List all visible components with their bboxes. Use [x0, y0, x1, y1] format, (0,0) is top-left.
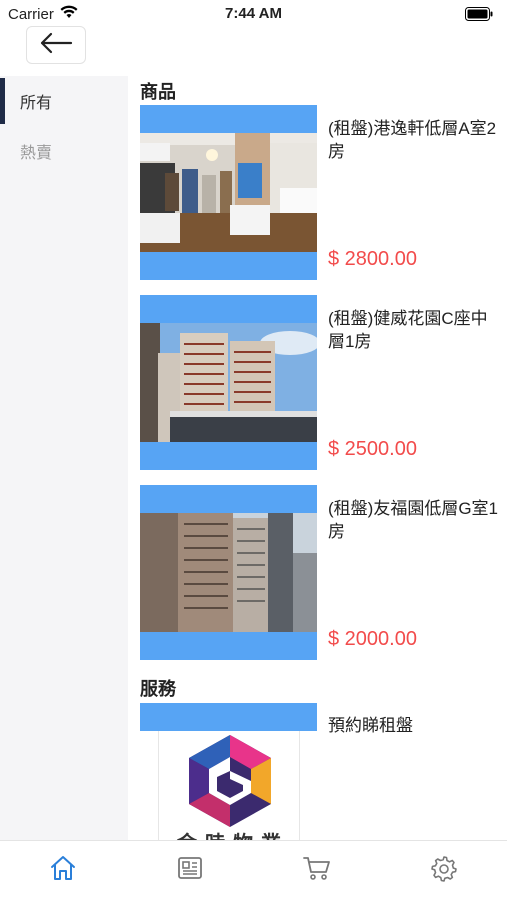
tab-news[interactable]	[127, 841, 254, 900]
news-icon	[176, 855, 204, 886]
product-card[interactable]: (租盤)友福園低層G室1房 $ 2000.00	[140, 485, 507, 660]
product-image	[140, 485, 317, 660]
sidebar-item-label: 熱賣	[20, 145, 53, 162]
service-card[interactable]: 金時物業 預約睇租盤	[140, 703, 507, 840]
service-logo: 金時物業	[158, 731, 300, 840]
product-image	[140, 295, 317, 470]
product-price: $ 2800.00	[328, 248, 417, 270]
product-price: $ 2000.00	[328, 628, 417, 650]
bottom-tab-bar	[0, 840, 507, 900]
gear-icon	[430, 854, 458, 887]
sidebar-item-hot[interactable]: 熱賣	[0, 126, 128, 176]
cart-icon	[302, 855, 332, 886]
product-image	[140, 105, 317, 280]
company-logo-icon	[189, 735, 271, 827]
sidebar-item-label: 所有	[20, 95, 53, 112]
tab-settings[interactable]	[380, 841, 507, 900]
tab-cart[interactable]	[254, 841, 381, 900]
products-section-title: 商品	[140, 82, 176, 102]
product-name: (租盤)健威花園C座中層1房	[328, 309, 488, 351]
status-time: 7:44 AM	[225, 5, 282, 22]
category-sidebar: 所有 熱賣	[0, 76, 128, 840]
service-logo-text: 金時物業	[177, 827, 289, 840]
product-name: (租盤)友福園低層G室1房	[328, 499, 498, 541]
battery-icon	[465, 7, 493, 25]
product-name: (租盤)港逸軒低層A室2房	[328, 119, 497, 161]
product-card[interactable]: (租盤)港逸軒低層A室2房 $ 2800.00	[140, 105, 507, 280]
content-area: 商品 (租盤)港逸軒低層A室2房 $ 2800.00 (租盤)健威花園C座中層1…	[128, 76, 507, 840]
service-image-bar	[140, 703, 317, 731]
sidebar-item-all[interactable]: 所有	[0, 76, 128, 126]
tab-home[interactable]	[0, 841, 127, 900]
services-section-title: 服務	[140, 679, 176, 699]
home-icon	[49, 855, 77, 886]
product-card[interactable]: (租盤)健威花園C座中層1房 $ 2500.00	[140, 295, 507, 470]
status-bar: Carrier 7:44 AM	[0, 0, 507, 28]
service-name: 預約睇租盤	[328, 716, 413, 735]
back-button[interactable]	[26, 26, 86, 64]
back-arrow-icon	[39, 32, 73, 59]
product-price: $ 2500.00	[328, 438, 417, 460]
